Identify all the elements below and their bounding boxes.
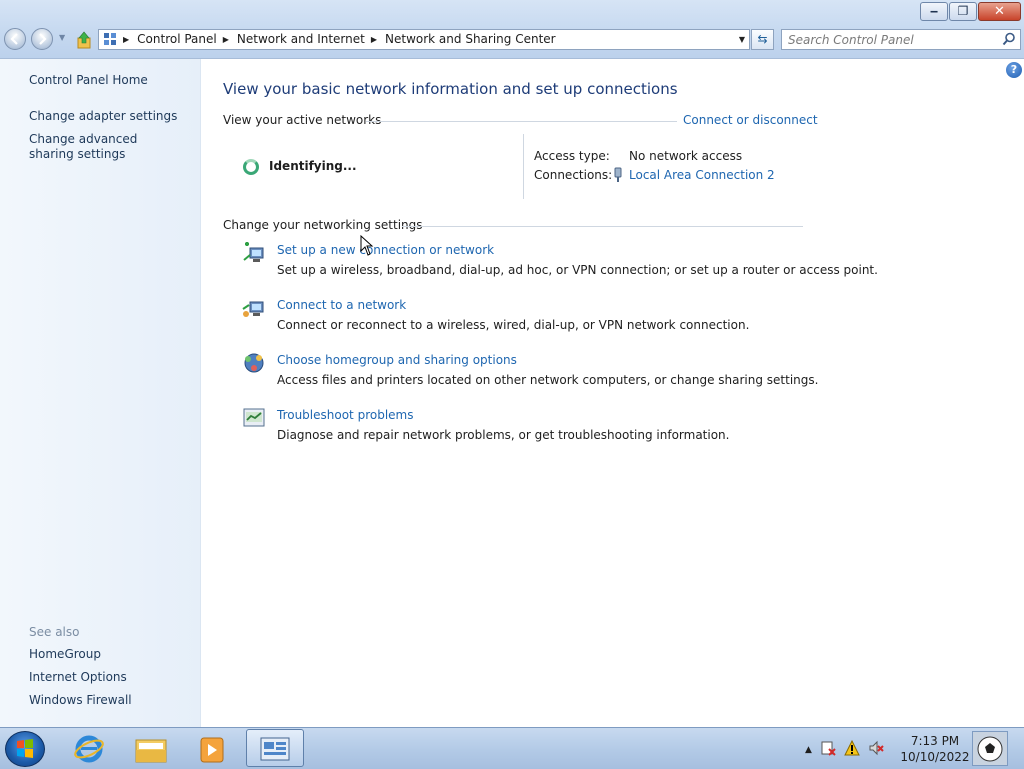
windows-firewall-link[interactable]: Windows Firewall [29,693,132,708]
change-advanced-sharing-settings-link[interactable]: Change advanced sharing settings [29,132,179,162]
internet-explorer-icon [74,735,104,763]
up-folder-icon[interactable] [76,31,92,49]
homegroup-link[interactable]: HomeGroup [29,647,101,662]
taskbar-media-player[interactable] [182,729,240,767]
taskbar-windows-explorer[interactable] [121,729,179,767]
recent-pages-dropdown[interactable]: ▼ [59,33,65,42]
user-picture-button[interactable] [972,731,1008,766]
start-button[interactable] [5,731,45,767]
search-input[interactable] [788,32,998,47]
breadcrumb-network-sharing-center[interactable]: Network and Sharing Center [385,32,556,46]
connect-to-network-link[interactable]: Connect to a network [277,298,406,312]
system-tray: ▲ [805,739,892,759]
forward-arrow-icon [39,33,47,45]
action-center-icon[interactable] [820,740,836,759]
connect-or-disconnect-link[interactable]: Connect or disconnect [683,113,818,127]
identifying-spinner-icon [243,159,259,175]
control-panel-home-link[interactable]: Control Panel Home [29,73,148,88]
mouse-cursor-icon [360,235,374,256]
setup-connection-desc: Set up a wireless, broadband, dial-up, a… [277,263,878,277]
local-area-connection-link[interactable]: Local Area Connection 2 [629,168,775,182]
see-also-label: See also [29,625,80,639]
change-settings-header: Change your networking settings [223,218,423,232]
media-player-icon [200,737,224,763]
back-arrow-icon [10,33,18,45]
windows-logo-icon [17,739,33,758]
address-bar[interactable]: ▶ Control Panel ▶ Network and Internet ▶… [98,29,750,50]
setup-connection-link[interactable]: Set up a new connection or network [277,243,494,257]
internet-options-link[interactable]: Internet Options [29,670,127,685]
breadcrumb-control-panel[interactable]: Control Panel [137,32,217,46]
network-setup-icon[interactable] [242,241,266,265]
soccer-ball-icon [973,732,1007,765]
ethernet-icon [614,167,622,182]
window-chrome: ‒ ❐ ✕ ▼ ▶ Control Panel ▶ Network and In… [0,0,1024,59]
homegroup-sharing-link[interactable]: Choose homegroup and sharing options [277,353,517,367]
main-content: ? View your basic network information an… [201,59,1024,727]
refresh-icon: ⇆ [757,32,768,46]
troubleshoot-link[interactable]: Troubleshoot problems [277,408,413,422]
close-icon: ✕ [994,4,1005,19]
forward-button[interactable] [31,28,53,50]
troubleshoot-icon[interactable] [242,406,266,430]
connections-label: Connections: [534,168,613,182]
refresh-button[interactable]: ⇆ [751,29,774,50]
control-panel-icon [104,33,116,45]
breadcrumb-arrow-icon[interactable]: ▶ [123,35,129,44]
troubleshoot-desc: Diagnose and repair network problems, or… [277,428,730,442]
vertical-divider [523,134,524,199]
connect-network-icon[interactable] [242,296,266,320]
warning-icon[interactable] [844,739,860,759]
clock-time: 7:13 PM [910,734,960,748]
help-icon[interactable]: ? [1006,62,1022,78]
connect-to-network-desc: Connect or reconnect to a wireless, wire… [277,318,750,332]
minimize-button[interactable]: ‒ [920,2,948,21]
taskbar-internet-explorer[interactable] [60,729,118,767]
homegroup-icon[interactable] [242,351,266,375]
change-adapter-settings-link[interactable]: Change adapter settings [29,109,177,124]
minimize-icon: ‒ [929,4,939,18]
control-panel-window-icon [260,737,290,761]
search-box[interactable] [781,29,1021,50]
taskbar-control-panel[interactable] [246,729,304,767]
section-divider [402,226,803,227]
taskbar: ▲ 7:13 PM 10/10/2022 [0,727,1024,769]
folder-icon [135,739,167,763]
volume-muted-icon[interactable] [868,740,884,759]
clock[interactable]: 7:13 PM 10/10/2022 [900,733,970,765]
breadcrumb-arrow-icon[interactable]: ▶ [371,35,377,44]
section-divider [366,121,677,122]
access-type-label: Access type: [534,149,610,163]
back-button[interactable] [4,28,26,50]
maximize-icon: ❐ [957,4,969,18]
page-title: View your basic network information and … [223,80,678,98]
breadcrumb-arrow-icon[interactable]: ▶ [223,35,229,44]
left-nav-pane: Control Panel Home Change adapter settin… [0,59,201,727]
network-status: Identifying... [269,159,357,173]
address-dropdown-icon[interactable]: ▼ [739,35,745,44]
search-icon[interactable] [1002,32,1016,46]
access-type-value: No network access [629,149,743,163]
breadcrumb-network-and-internet[interactable]: Network and Internet [237,32,365,46]
show-hidden-icons-icon[interactable]: ▲ [805,745,812,755]
maximize-button[interactable]: ❐ [949,2,977,21]
homegroup-sharing-desc: Access files and printers located on oth… [277,373,819,387]
clock-date: 10/10/2022 [900,750,970,764]
active-networks-header: View your active networks [223,113,382,127]
close-button[interactable]: ✕ [978,2,1021,21]
window-controls: ‒ ❐ ✕ [919,2,1021,21]
